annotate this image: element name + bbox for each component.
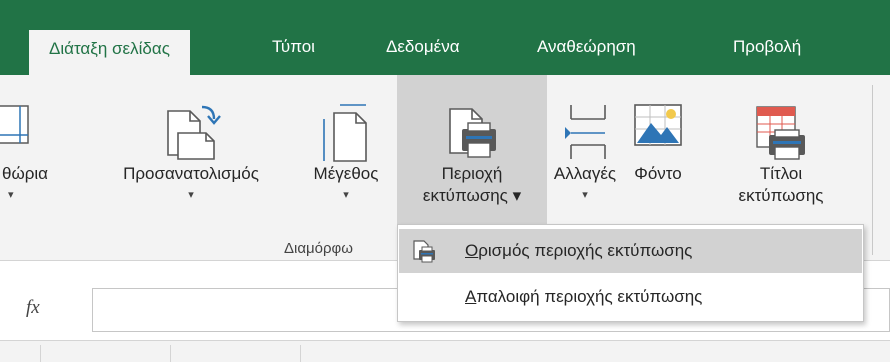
background-icon	[634, 104, 682, 146]
clear-print-area-text: παλοιφή περιοχής εκτύπωσης	[476, 287, 703, 306]
group-label-page-setup: Διαμόρφω	[284, 240, 353, 257]
margins-icon	[0, 105, 29, 144]
clear-print-area-accel: Α	[465, 287, 477, 306]
orientation-icon	[167, 105, 221, 160]
column-separator	[40, 345, 41, 362]
print-titles-label: Τίτλοι	[759, 164, 803, 183]
margins-button[interactable]: θώρια ▾	[0, 75, 84, 233]
orientation-label: Προσανατολισμός	[123, 164, 259, 183]
menu-item-clear-print-area[interactable]: Απαλοιφή περιοχής εκτύπωσης	[399, 275, 862, 319]
tab-view[interactable]: Προβολή	[733, 28, 801, 75]
print-area-label: Περιοχή	[441, 164, 503, 183]
breaks-button[interactable]: Αλλαγές ▾	[549, 75, 621, 233]
tab-review[interactable]: Αναθεώρηση	[537, 28, 636, 75]
print-titles-icon	[756, 106, 805, 160]
column-separator	[170, 345, 171, 362]
print-area-icon	[449, 108, 496, 158]
size-label: Μέγεθος	[313, 164, 379, 183]
print-titles-button[interactable]: Τίτλοι εκτύπωσης	[697, 75, 865, 233]
print-titles-label-2: εκτύπωσης	[738, 186, 824, 205]
breaks-caret: ▾	[582, 189, 588, 201]
margins-caret: ▾	[8, 189, 14, 201]
orientation-caret: ▾	[188, 189, 194, 201]
orientation-button[interactable]: Προσανατολισμός ▾	[86, 75, 296, 233]
set-print-area-icon	[413, 240, 435, 263]
print-area-dropdown-menu: Ορισμός περιοχής εκτύπωσης Απαλοιφή περι…	[397, 224, 864, 322]
size-caret: ▾	[343, 189, 349, 201]
menu-item-set-print-area[interactable]: Ορισμός περιοχής εκτύπωσης	[399, 229, 862, 273]
set-print-area-accel: Ο	[465, 241, 479, 260]
tab-page-layout[interactable]: Διάταξη σελίδας	[29, 30, 190, 75]
set-print-area-text: ρισμός περιοχής εκτύπωσης	[478, 241, 693, 260]
breaks-label: Αλλαγές	[553, 164, 617, 183]
set-print-area-label: Ορισμός περιοχής εκτύπωσης	[465, 229, 692, 273]
breaks-icon	[565, 105, 606, 159]
tab-formulas[interactable]: Τύποι	[272, 28, 315, 75]
tab-data[interactable]: Δεδομένα	[386, 28, 460, 75]
clear-print-area-label: Απαλοιφή περιοχής εκτύπωσης	[465, 275, 702, 319]
insert-function-button[interactable]: fx	[26, 297, 40, 319]
column-separator	[300, 345, 301, 362]
size-button[interactable]: Μέγεθος ▾	[297, 75, 395, 233]
print-area-button[interactable]: Περιοχή εκτύπωσης ▾	[397, 75, 547, 233]
background-button[interactable]: Φόντο	[621, 75, 695, 233]
column-headers	[0, 340, 890, 362]
ribbon-tab-bar: Διάταξη σελίδας Τύποι Δεδομένα Αναθεώρησ…	[0, 0, 890, 75]
ribbon-group-divider	[872, 85, 873, 255]
margins-label: θώρια	[2, 164, 49, 183]
background-label: Φόντο	[634, 164, 682, 183]
print-area-label-2: εκτύπωσης ▾	[422, 186, 522, 205]
size-icon	[323, 104, 367, 162]
